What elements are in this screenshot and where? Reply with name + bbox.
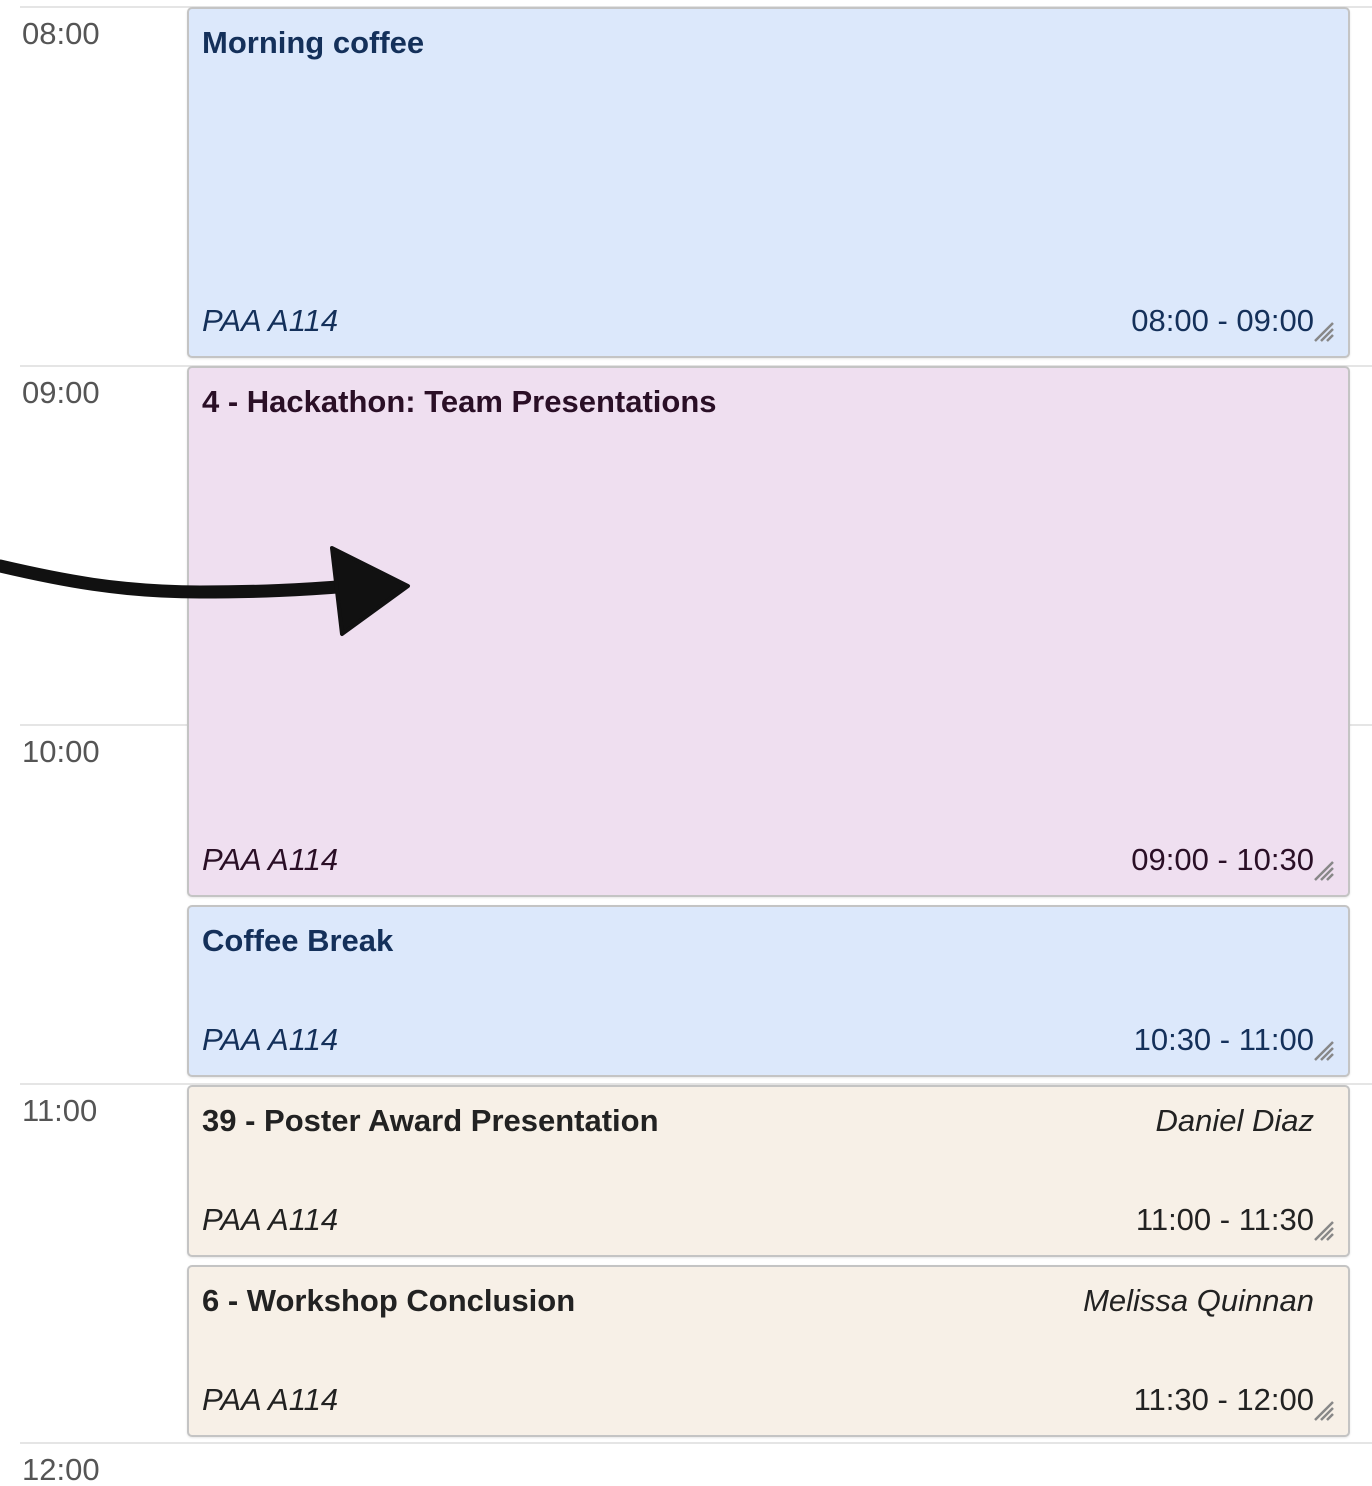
event-block[interactable]: Coffee Break PAA A114 10:30 - 11:00 [187, 905, 1350, 1077]
event-title: 6 - Workshop Conclusion [202, 1283, 576, 1318]
resize-handle-icon[interactable] [1312, 1399, 1334, 1421]
event-title: Coffee Break [202, 923, 394, 958]
event-time: 08:00 - 09:00 [1131, 303, 1314, 338]
event-time: 11:00 - 11:30 [1135, 1202, 1314, 1237]
hour-label: 12:00 [22, 1452, 100, 1486]
event-block[interactable]: Morning coffee PAA A114 08:00 - 09:00 [187, 7, 1350, 358]
event-room: PAA A114 [202, 1202, 339, 1237]
event-block[interactable]: 6 - Workshop Conclusion Melissa Quinnan … [187, 1265, 1350, 1437]
hour-label: 10:00 [22, 734, 100, 769]
hour-label: 11:00 [22, 1093, 98, 1128]
resize-handle-icon[interactable] [1312, 859, 1334, 881]
resize-handle-icon[interactable] [1312, 320, 1334, 342]
hour-label: 08:00 [22, 16, 100, 51]
event-speaker: Daniel Diaz [1155, 1103, 1314, 1138]
day-timetable: 08:00 09:00 10:00 11:00 12:00 Morning co… [0, 0, 1372, 1486]
event-time: 11:30 - 12:00 [1133, 1382, 1314, 1417]
event-title: Morning coffee [202, 25, 425, 60]
event-room: PAA A114 [202, 842, 339, 877]
event-block[interactable]: 4 - Hackathon: Team Presentations PAA A1… [187, 366, 1350, 897]
hour-gridline [20, 1442, 1372, 1444]
event-room: PAA A114 [202, 1382, 339, 1417]
resize-handle-icon[interactable] [1312, 1219, 1334, 1241]
event-speaker: Melissa Quinnan [1083, 1283, 1314, 1318]
resize-handle-icon[interactable] [1312, 1039, 1334, 1061]
event-title: 4 - Hackathon: Team Presentations [202, 384, 717, 419]
event-time: 10:30 - 11:00 [1133, 1022, 1314, 1057]
event-title: 39 - Poster Award Presentation [202, 1103, 659, 1138]
event-room: PAA A114 [202, 303, 339, 338]
event-block[interactable]: 39 - Poster Award Presentation Daniel Di… [187, 1085, 1350, 1257]
hour-label: 09:00 [22, 375, 100, 410]
event-time: 09:00 - 10:30 [1131, 842, 1314, 877]
event-room: PAA A114 [202, 1022, 339, 1057]
